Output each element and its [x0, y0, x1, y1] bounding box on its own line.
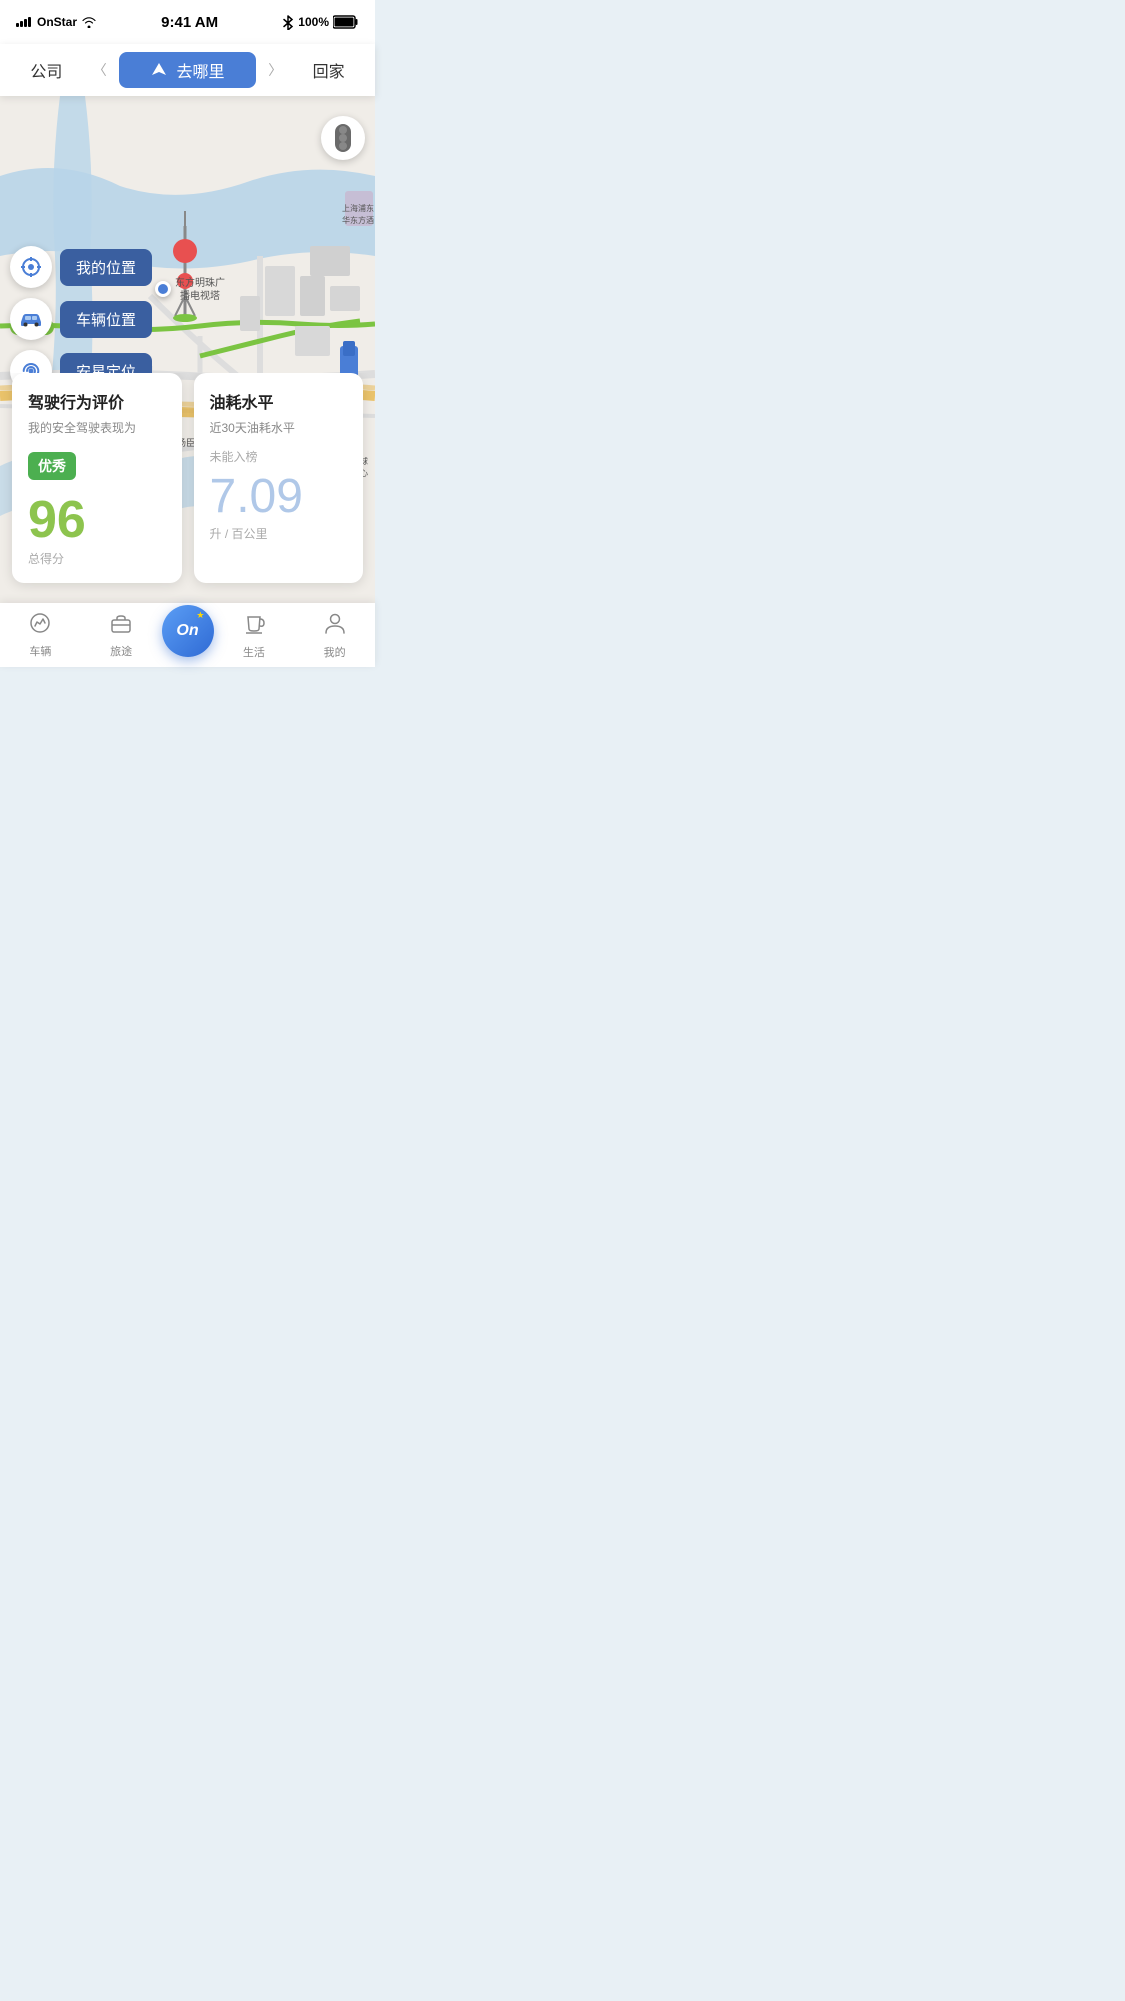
vehicle-nav-icon	[27, 612, 53, 640]
my-location-row[interactable]: 我的位置	[10, 246, 152, 288]
fuel-subtitle: 近30天油耗水平	[210, 419, 295, 436]
chevron-left-icon[interactable]: 〈	[89, 56, 111, 84]
life-nav-icon	[241, 611, 267, 641]
bottom-nav: 车辆 旅途 ★ On 生活	[0, 603, 375, 667]
traffic-light-icon[interactable]	[321, 116, 365, 160]
status-time: 9:41 AM	[161, 14, 218, 31]
on-star-button[interactable]: ★ On	[162, 605, 214, 657]
search-home-label[interactable]: 回家	[294, 58, 363, 82]
svg-text:华东方酒: 华东方酒	[342, 215, 374, 225]
status-left: OnStar	[16, 15, 97, 29]
navigate-icon	[150, 61, 168, 79]
fuel-unit: 升 / 百公里	[210, 525, 268, 542]
vehicle-location-row[interactable]: 车辆位置	[10, 298, 152, 340]
on-label: On	[176, 622, 198, 640]
car-icon	[19, 310, 43, 328]
map-buttons-group: 我的位置 车辆位置	[0, 246, 152, 392]
trip-nav-icon	[108, 612, 134, 640]
nav-item-mine[interactable]: 我的	[294, 611, 375, 660]
battery-icon	[333, 15, 359, 29]
svg-text:上海浦东: 上海浦东	[342, 203, 374, 213]
mine-nav-icon	[322, 611, 348, 641]
vehicle-location-label[interactable]: 车辆位置	[60, 301, 152, 338]
chevron-right-icon[interactable]: 〉	[264, 56, 286, 84]
fuel-value: 7.09	[210, 473, 303, 521]
mine-nav-label: 我的	[324, 644, 346, 660]
svg-text:播电视塔: 播电视塔	[180, 289, 220, 302]
bluetooth-icon	[282, 14, 294, 30]
vehicle-location-icon-circle[interactable]	[10, 298, 52, 340]
life-nav-label: 生活	[243, 644, 265, 660]
chart-icon	[27, 612, 53, 634]
fuel-title: 油耗水平	[210, 389, 274, 413]
traffic-light-svg	[332, 124, 354, 152]
fuel-rank-text: 未能入榜	[210, 448, 258, 465]
search-bar: 公司 〈 去哪里 〉 回家	[0, 44, 375, 96]
nav-item-trip[interactable]: 旅途	[81, 612, 162, 659]
search-work-label[interactable]: 公司	[12, 58, 81, 82]
bag-icon	[108, 612, 134, 634]
my-location-icon-circle[interactable]	[10, 246, 52, 288]
svg-text:东方明珠广: 东方明珠广	[175, 276, 225, 289]
my-location-label[interactable]: 我的位置	[60, 249, 152, 286]
nav-item-life[interactable]: 生活	[214, 611, 295, 660]
status-bar: OnStar 9:41 AM 100%	[0, 0, 375, 44]
person-icon	[322, 611, 348, 635]
on-star-icon: ★	[196, 610, 204, 621]
carrier-label: OnStar	[37, 15, 77, 29]
driving-score-label: 总得分	[28, 550, 64, 567]
fuel-level-card[interactable]: 油耗水平 近30天油耗水平 未能入榜 7.09 升 / 百公里	[194, 373, 364, 583]
driving-behavior-title: 驾驶行为评价	[28, 389, 124, 413]
battery-label: 100%	[298, 15, 329, 29]
driving-badge: 优秀	[28, 452, 76, 480]
nav-center-wrap[interactable]: ★ On	[162, 605, 214, 665]
nav-item-vehicle[interactable]: 车辆	[0, 612, 81, 659]
location-crosshair-icon	[20, 256, 42, 278]
status-right: 100%	[282, 14, 359, 30]
go-where-button[interactable]: 去哪里	[119, 52, 257, 88]
driving-behavior-subtitle: 我的安全驾驶表现为	[28, 419, 136, 436]
trip-nav-label: 旅途	[110, 643, 132, 659]
vehicle-nav-label: 车辆	[29, 643, 51, 659]
cup-icon	[241, 611, 267, 635]
wifi-icon	[81, 16, 97, 28]
go-where-label: 去哪里	[176, 58, 224, 82]
signal-bars	[16, 17, 31, 27]
driving-behavior-card[interactable]: 驾驶行为评价 我的安全驾驶表现为 优秀 96 总得分	[12, 373, 182, 583]
driving-score: 96	[28, 494, 86, 546]
location-dot	[155, 281, 171, 297]
cards-area: 驾驶行为评价 我的安全驾驶表现为 优秀 96 总得分 油耗水平 近30天油耗水平…	[0, 373, 375, 603]
